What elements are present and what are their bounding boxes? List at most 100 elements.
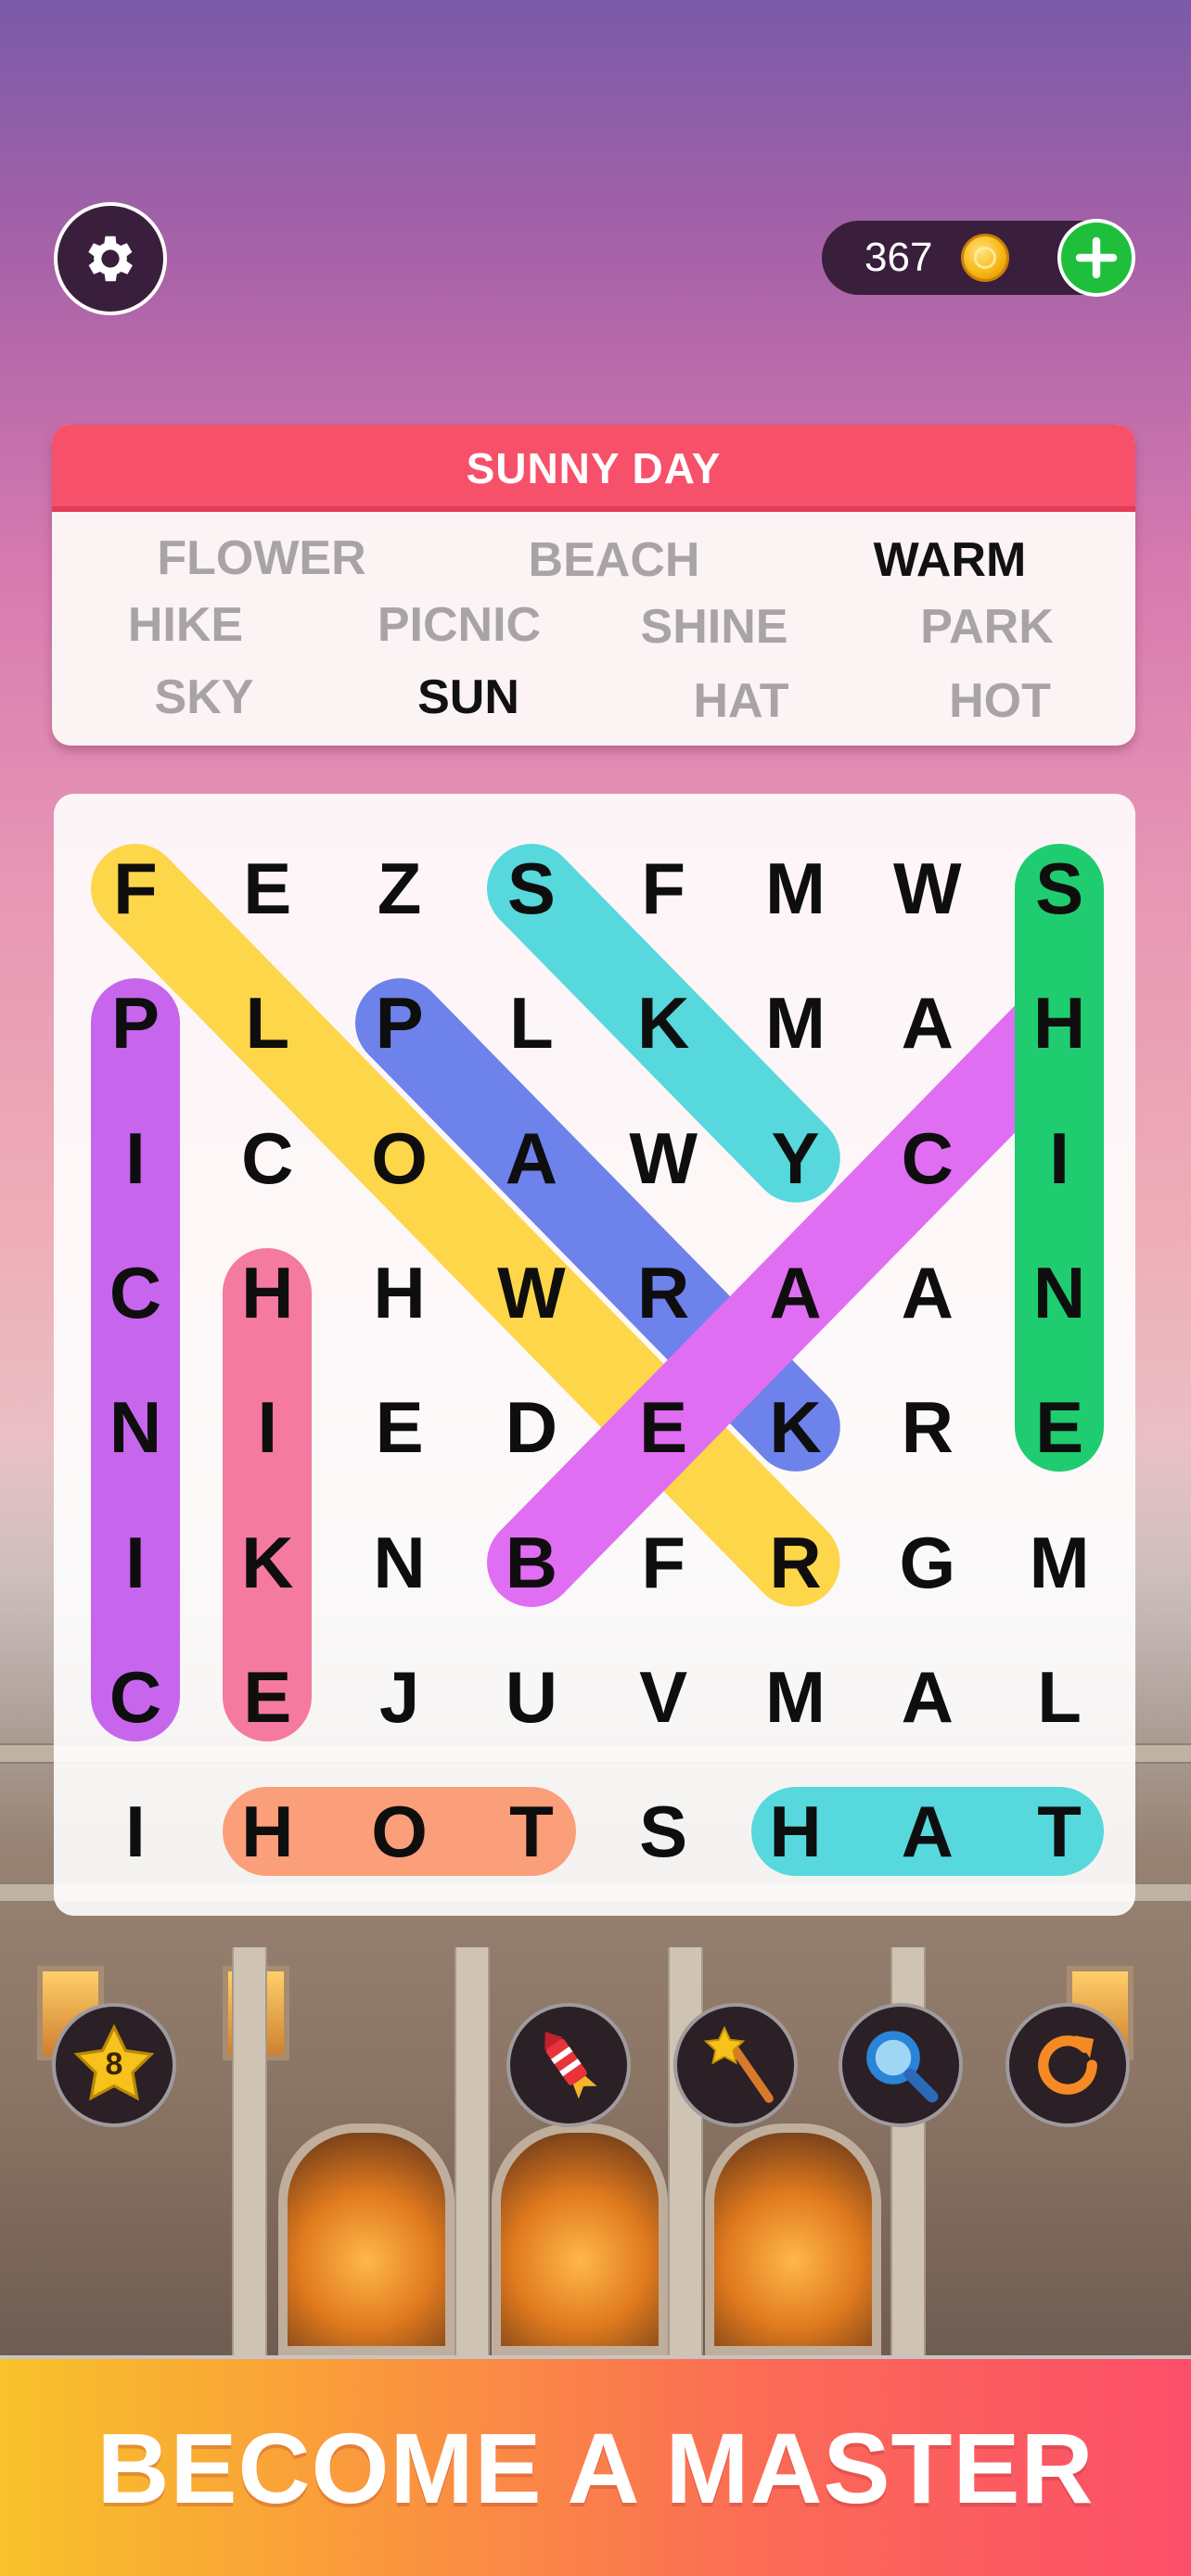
grid-letter[interactable]: H (211, 1776, 323, 1887)
grid-letter[interactable]: L (211, 967, 323, 1078)
grid-letter[interactable]: L (1004, 1641, 1115, 1753)
word-hot: HOT (949, 674, 1051, 728)
word-hike: HIKE (127, 598, 244, 652)
banner-text: BECOME A MASTER (96, 2411, 1095, 2524)
grid-letter[interactable]: E (211, 833, 323, 944)
grid-letter[interactable]: R (740, 1507, 852, 1618)
coin-count: 367 (864, 235, 933, 280)
grid-letter[interactable]: E (1004, 1371, 1115, 1483)
grid-letter[interactable]: I (80, 1103, 191, 1214)
grid-letter[interactable]: G (872, 1507, 983, 1618)
word-warm: WARM (873, 533, 1027, 587)
word-park: PARK (920, 600, 1054, 654)
building-column (455, 1947, 490, 2355)
grid-letter[interactable]: H (1004, 967, 1115, 1078)
grid-letter[interactable]: N (344, 1507, 455, 1618)
stars-count: 8 (105, 2047, 123, 2082)
puzzle-theme: SUNNY DAY (52, 425, 1135, 512)
star-badge: 8 (70, 2021, 159, 2110)
magic-wand-icon (703, 2025, 774, 2103)
stars-progress-button[interactable]: 8 (52, 2003, 176, 2127)
grid-letter[interactable]: K (740, 1371, 852, 1483)
refresh-icon (1038, 2035, 1097, 2095)
grid-letter[interactable]: E (344, 1371, 455, 1483)
grid-letter[interactable]: A (872, 1641, 983, 1753)
grid-letter[interactable]: U (476, 1641, 587, 1753)
grid-letter[interactable]: N (1004, 1237, 1115, 1348)
grid-letter[interactable]: W (608, 1103, 719, 1214)
grid-letter[interactable]: P (344, 967, 455, 1078)
grid-letter[interactable]: M (740, 833, 852, 944)
grid-letter[interactable]: N (80, 1371, 191, 1483)
word-sky: SKY (154, 670, 254, 724)
grid-letter[interactable]: F (608, 833, 719, 944)
word-sun: SUN (417, 670, 519, 724)
grid-letter[interactable]: S (608, 1776, 719, 1887)
grid-letter[interactable]: C (80, 1641, 191, 1753)
grid-letter[interactable]: O (344, 1103, 455, 1214)
grid-letter[interactable]: R (608, 1237, 719, 1348)
grid-letter[interactable]: A (740, 1237, 852, 1348)
grid-letter[interactable]: I (211, 1371, 323, 1483)
word-list-card: SUNNY DAY FLOWER BEACH WARM HIKE PICNIC … (52, 425, 1135, 746)
grid-letter[interactable]: R (872, 1371, 983, 1483)
found-word-highlight-picnic (91, 978, 180, 1741)
coin-icon (961, 234, 1009, 282)
grid-letter[interactable]: W (872, 833, 983, 944)
grid-letter[interactable]: S (476, 833, 587, 944)
grid-letter[interactable]: A (872, 1776, 983, 1887)
grid-letter[interactable]: I (1004, 1103, 1115, 1214)
grid-letter[interactable]: Z (344, 833, 455, 944)
grid-letter[interactable]: H (740, 1776, 852, 1887)
grid-letter[interactable]: T (476, 1776, 587, 1887)
grid-letter[interactable]: H (211, 1237, 323, 1348)
grid-letter[interactable]: F (608, 1507, 719, 1618)
grid-letter[interactable]: E (211, 1641, 323, 1753)
grid-letter[interactable]: C (80, 1237, 191, 1348)
grid-letter[interactable]: V (608, 1641, 719, 1753)
grid-letter[interactable]: M (740, 967, 852, 1078)
grid-letter[interactable]: K (608, 967, 719, 1078)
grid-letter[interactable]: H (344, 1237, 455, 1348)
grid-letter[interactable]: C (211, 1103, 323, 1214)
grid-letter[interactable]: T (1004, 1776, 1115, 1887)
grid-letter[interactable]: A (872, 1237, 983, 1348)
firework-hint-button[interactable] (506, 2003, 631, 2127)
grid-letter[interactable]: L (476, 967, 587, 1078)
building-column (232, 1947, 267, 2355)
firework-rocket-icon (544, 2031, 597, 2099)
grid-letter[interactable]: P (80, 967, 191, 1078)
word-flower: FLOWER (157, 531, 366, 585)
grid-letter[interactable]: M (740, 1641, 852, 1753)
building-arch (278, 2123, 455, 2355)
shuffle-button[interactable] (1005, 2003, 1130, 2127)
letter-grid[interactable]: FEZSFMWSPLPLKMAHICOAWYCICHHWRAANNIEDEKRE… (54, 794, 1135, 1916)
grid-letter[interactable]: I (80, 1776, 191, 1887)
magnifier-hint-button[interactable] (839, 2003, 963, 2127)
grid-letter[interactable]: F (80, 833, 191, 944)
grid-letter[interactable]: A (872, 967, 983, 1078)
grid-letter[interactable]: B (476, 1507, 587, 1618)
settings-button[interactable] (54, 202, 167, 315)
grid-letter[interactable]: D (476, 1371, 587, 1483)
grid-letter[interactable]: I (80, 1507, 191, 1618)
grid-letter[interactable]: C (872, 1103, 983, 1214)
gear-icon (88, 236, 133, 282)
word-hat: HAT (693, 674, 789, 728)
word-shine: SHINE (640, 600, 788, 654)
magic-wand-hint-button[interactable] (673, 2003, 798, 2127)
grid-letter[interactable]: M (1004, 1507, 1115, 1618)
grid-letter[interactable]: J (344, 1641, 455, 1753)
building-arch (492, 2123, 668, 2355)
grid-letter[interactable]: S (1004, 833, 1115, 944)
grid-letter[interactable]: W (476, 1237, 587, 1348)
grid-letter[interactable]: O (344, 1776, 455, 1887)
word-beach: BEACH (528, 533, 700, 587)
plus-icon (1075, 236, 1118, 279)
building-arch (705, 2123, 881, 2355)
grid-letter[interactable]: Y (740, 1103, 852, 1214)
grid-letter[interactable]: K (211, 1507, 323, 1618)
grid-letter[interactable]: E (608, 1371, 719, 1483)
grid-letter[interactable]: A (476, 1103, 587, 1214)
add-coins-button[interactable] (1057, 219, 1135, 297)
